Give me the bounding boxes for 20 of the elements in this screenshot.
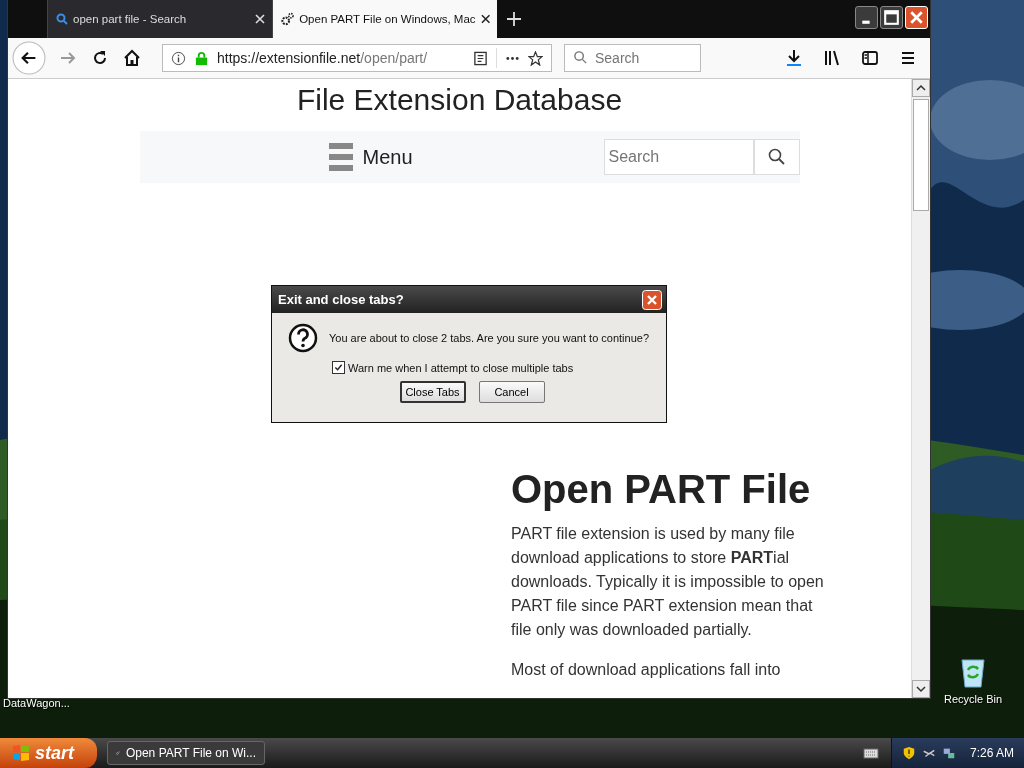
clock: 7:26 AM <box>969 746 1014 760</box>
address-bar[interactable]: https://extensionfile.net/open/part/ <box>162 44 552 72</box>
browser-tab[interactable]: Open PART File on Windows, Mac <box>272 0 497 38</box>
taskbar-button[interactable]: Open PART File on Wi... <box>107 741 265 765</box>
dialog-title: Exit and close tabs? <box>278 292 404 307</box>
start-button[interactable]: start <box>0 738 97 768</box>
paragraph: Most of download applications fall into <box>511 660 782 680</box>
search-field[interactable]: Search <box>564 44 701 72</box>
dialog-button[interactable]: Cancel <box>478 381 545 403</box>
checkbox-label[interactable]: Warn me when I attempt to close multiple tabs <box>348 361 574 374</box>
search-field[interactable]: Search <box>603 139 754 175</box>
dialog-button[interactable]: Close Tabs <box>399 381 466 403</box>
browser-tab[interactable]: open part file - Search <box>47 0 272 38</box>
dialog-message: You are about to close 2 tabs. Are you sure you want to continue? <box>329 332 650 344</box>
paragraph: PART file extension is used by many file download applications to store PARTial downloads. Typically it is impossible to open PART file since PART extension mean that file only was downloaded partially. <box>511 524 825 640</box>
icon-label[interactable]: Recycle Bin <box>944 693 1003 705</box>
page-heading: Open PART File <box>511 466 812 512</box>
menu-button[interactable]: Menu <box>328 143 413 171</box>
site-title: File Extension Database <box>296 83 623 117</box>
icon-label[interactable]: DataWagon... <box>3 697 70 709</box>
